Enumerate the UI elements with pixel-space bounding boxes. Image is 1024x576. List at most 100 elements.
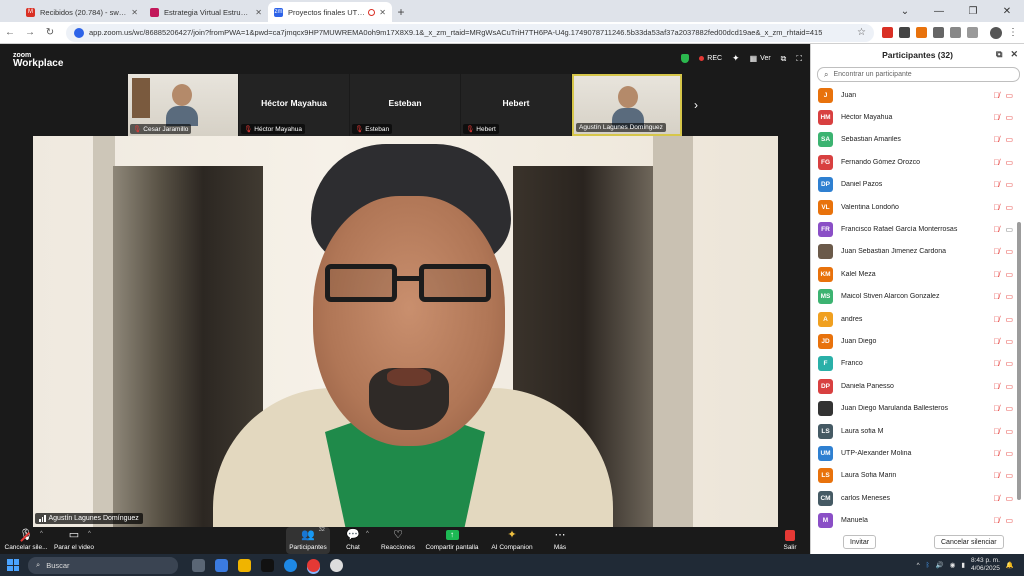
chat-button[interactable]: 💬 Chat	[338, 527, 368, 554]
notification-bell-icon[interactable]: 🔔	[1006, 561, 1014, 569]
microphone-muted-icon[interactable]: 🎙̸	[993, 404, 999, 413]
participant-row[interactable]: LS Laura Sofia Marin 🎙̸ ▭	[811, 465, 1021, 487]
sidepanel-icon[interactable]	[967, 27, 978, 38]
taskbar-search[interactable]: ⌕ Buscar	[28, 556, 178, 574]
video-off-icon[interactable]: ▭	[1005, 494, 1013, 503]
chevron-down-icon[interactable]: ⌄	[888, 0, 922, 22]
participant-row[interactable]: MS Maicol Stiven Alarcon Gonzalez 🎙̸ ▭	[811, 286, 1021, 308]
participant-row[interactable]: M Manuela 🎙̸ ▭	[811, 509, 1021, 529]
close-icon[interactable]: ✕	[131, 8, 138, 17]
microphone-muted-icon[interactable]: 🎙̸	[993, 449, 999, 458]
participant-row[interactable]: DP Daniel Pazos 🎙̸ ▭	[811, 174, 1021, 196]
extension-icon[interactable]	[916, 27, 927, 38]
close-icon[interactable]: ✕	[255, 8, 262, 17]
gallery-tile[interactable]: Esteban 🎙 Esteban	[350, 74, 460, 136]
video-off-icon[interactable]: ▭	[1005, 382, 1013, 391]
video-off-icon[interactable]: ▭	[1005, 292, 1013, 301]
participant-row[interactable]: J Juan 🎙̸ ▭	[811, 84, 1021, 106]
more-button[interactable]: ⋯ Más	[546, 527, 574, 554]
fullscreen-icon[interactable]: ⛶	[796, 54, 802, 64]
invite-button[interactable]: Invitar	[843, 535, 877, 549]
video-off-icon[interactable]: ▭	[1005, 404, 1013, 413]
ai-sparkle-icon[interactable]: ✦	[732, 53, 740, 64]
mute-all-button[interactable]: Cancelar silenciar	[934, 535, 1004, 549]
microphone-muted-icon[interactable]: 🎙̸	[993, 135, 999, 144]
network-icon[interactable]: ◉	[950, 561, 956, 569]
microphone-muted-icon[interactable]: 🎙̸	[993, 359, 999, 368]
microphone-muted-icon[interactable]: 🎙̸	[993, 337, 999, 346]
microphone-muted-icon[interactable]: 🎙̸	[993, 247, 999, 256]
leave-button[interactable]: Salir	[778, 527, 802, 554]
site-info-icon[interactable]	[74, 27, 84, 38]
participant-list[interactable]: J Juan 🎙̸ ▭ HM Héctor Mayahua 🎙̸ ▭ SA Sebastian A…	[811, 84, 1021, 529]
extension-icon[interactable]	[899, 27, 910, 38]
browser-tab[interactable]: Estrategia Virtual Estructura de ✕	[144, 2, 268, 22]
microphone-muted-icon[interactable]: 🎙̸	[993, 516, 999, 525]
video-off-icon[interactable]: ▭	[1005, 471, 1013, 480]
participant-row[interactable]: FR Francisco Rafael García Monterrosas 🎙̸ ▭	[811, 218, 1021, 240]
participant-row[interactable]: UM UTP-Alexander Molina 🎙̸ ▭	[811, 442, 1021, 464]
video-off-icon[interactable]: ▭	[1005, 135, 1013, 144]
layout-icon[interactable]: ⧉	[781, 54, 787, 64]
bluetooth-icon[interactable]: ᛒ	[926, 562, 930, 569]
store-icon[interactable]	[215, 558, 228, 572]
url-field[interactable]: app.zoom.us/wc/86885206427/join?fromPWA=…	[66, 23, 874, 42]
share-screen-button[interactable]: ↑ Compartir pantalla	[424, 527, 480, 554]
video-off-icon[interactable]: ▭	[1005, 113, 1013, 122]
close-icon[interactable]: ✕	[379, 8, 386, 17]
minimize-icon[interactable]: —	[922, 0, 956, 22]
app-icon[interactable]	[330, 558, 343, 572]
microphone-muted-icon[interactable]: 🎙̸	[993, 270, 999, 279]
participant-row[interactable]: SA Sebastian Amariles 🎙̸ ▭	[811, 129, 1021, 151]
participant-row[interactable]: DP Daniela Panesso 🎙̸ ▭	[811, 375, 1021, 397]
participant-row[interactable]: F Franco 🎙̸ ▭	[811, 353, 1021, 375]
windows-start-icon[interactable]	[7, 559, 19, 571]
menu-dots-icon[interactable]: ⋮	[1008, 27, 1018, 38]
new-tab-button[interactable]: +	[392, 2, 410, 22]
ai-companion-button[interactable]: ✦ AI Companion	[488, 527, 536, 554]
browser-tab[interactable]: zm Proyectos finales UTP-UV ✕	[268, 2, 392, 22]
chrome-icon[interactable]	[307, 558, 320, 572]
microphone-muted-icon[interactable]: 🎙̸	[993, 158, 999, 167]
participants-button[interactable]: 👥 32 Participantes	[286, 527, 330, 554]
video-off-icon[interactable]: ▭	[1005, 91, 1013, 100]
extension-icon[interactable]	[882, 27, 893, 38]
microphone-muted-icon[interactable]: 🎙̸	[993, 427, 999, 436]
recording-indicator[interactable]: REC	[699, 55, 722, 62]
active-speaker-video[interactable]	[33, 136, 778, 528]
shield-icon[interactable]	[681, 54, 690, 63]
participant-row[interactable]: FG Fernando Gómez Orozco 🎙̸ ▭	[811, 151, 1021, 173]
back-arrow-icon[interactable]: ←	[0, 27, 20, 38]
video-camera-icon[interactable]: ▭	[1005, 225, 1013, 234]
microphone-muted-icon[interactable]: 🎙̸	[993, 225, 999, 234]
restore-icon[interactable]: ❐	[956, 0, 990, 22]
chevron-up-icon[interactable]: ^	[917, 562, 920, 569]
terminal-icon[interactable]	[261, 558, 274, 572]
reactions-button[interactable]: ♡ Reacciones	[378, 527, 418, 554]
chevron-up-icon[interactable]: ^	[40, 531, 43, 537]
microphone-muted-icon[interactable]: 🎙̸	[993, 91, 999, 100]
close-icon[interactable]: ✕	[1010, 49, 1018, 60]
chevron-up-icon[interactable]: ^	[366, 531, 369, 537]
bookmark-star-icon[interactable]: ☆	[851, 27, 866, 38]
participant-row[interactable]: Aandres 🎙̸ ▭	[811, 308, 1021, 330]
video-off-icon[interactable]: ▭	[1005, 427, 1013, 436]
microphone-muted-icon[interactable]: 🎙̸	[993, 494, 999, 503]
video-off-icon[interactable]: ▭	[1005, 337, 1013, 346]
microphone-muted-icon[interactable]: 🎙̸	[993, 203, 999, 212]
participant-search-input[interactable]: ⌕ Encontrar un participante	[817, 67, 1020, 82]
participant-row[interactable]: HM Héctor Mayahua 🎙̸ ▭	[811, 106, 1021, 128]
video-off-icon[interactable]: ▭	[1005, 158, 1013, 167]
video-off-icon[interactable]: ▭	[1005, 359, 1013, 368]
video-off-icon[interactable]: ▭	[1005, 270, 1013, 279]
participant-row[interactable]: KM Kalel Meza 🎙̸ ▭	[811, 263, 1021, 285]
video-off-icon[interactable]: ▭	[1005, 247, 1013, 256]
gallery-tile[interactable]: Agustín Lagunes Domínguez	[572, 74, 682, 136]
gallery-tile[interactable]: 🎙 Cesar Jaramillo	[128, 74, 238, 136]
close-icon[interactable]: ✕	[990, 0, 1024, 22]
participant-row[interactable]: VL Valentina Londoño 🎙̸ ▭	[811, 196, 1021, 218]
microphone-muted-icon[interactable]: 🎙̸	[993, 382, 999, 391]
battery-icon[interactable]: ▮	[961, 561, 965, 569]
video-off-icon[interactable]: ▭	[1005, 315, 1013, 324]
edge-icon[interactable]	[284, 558, 297, 572]
